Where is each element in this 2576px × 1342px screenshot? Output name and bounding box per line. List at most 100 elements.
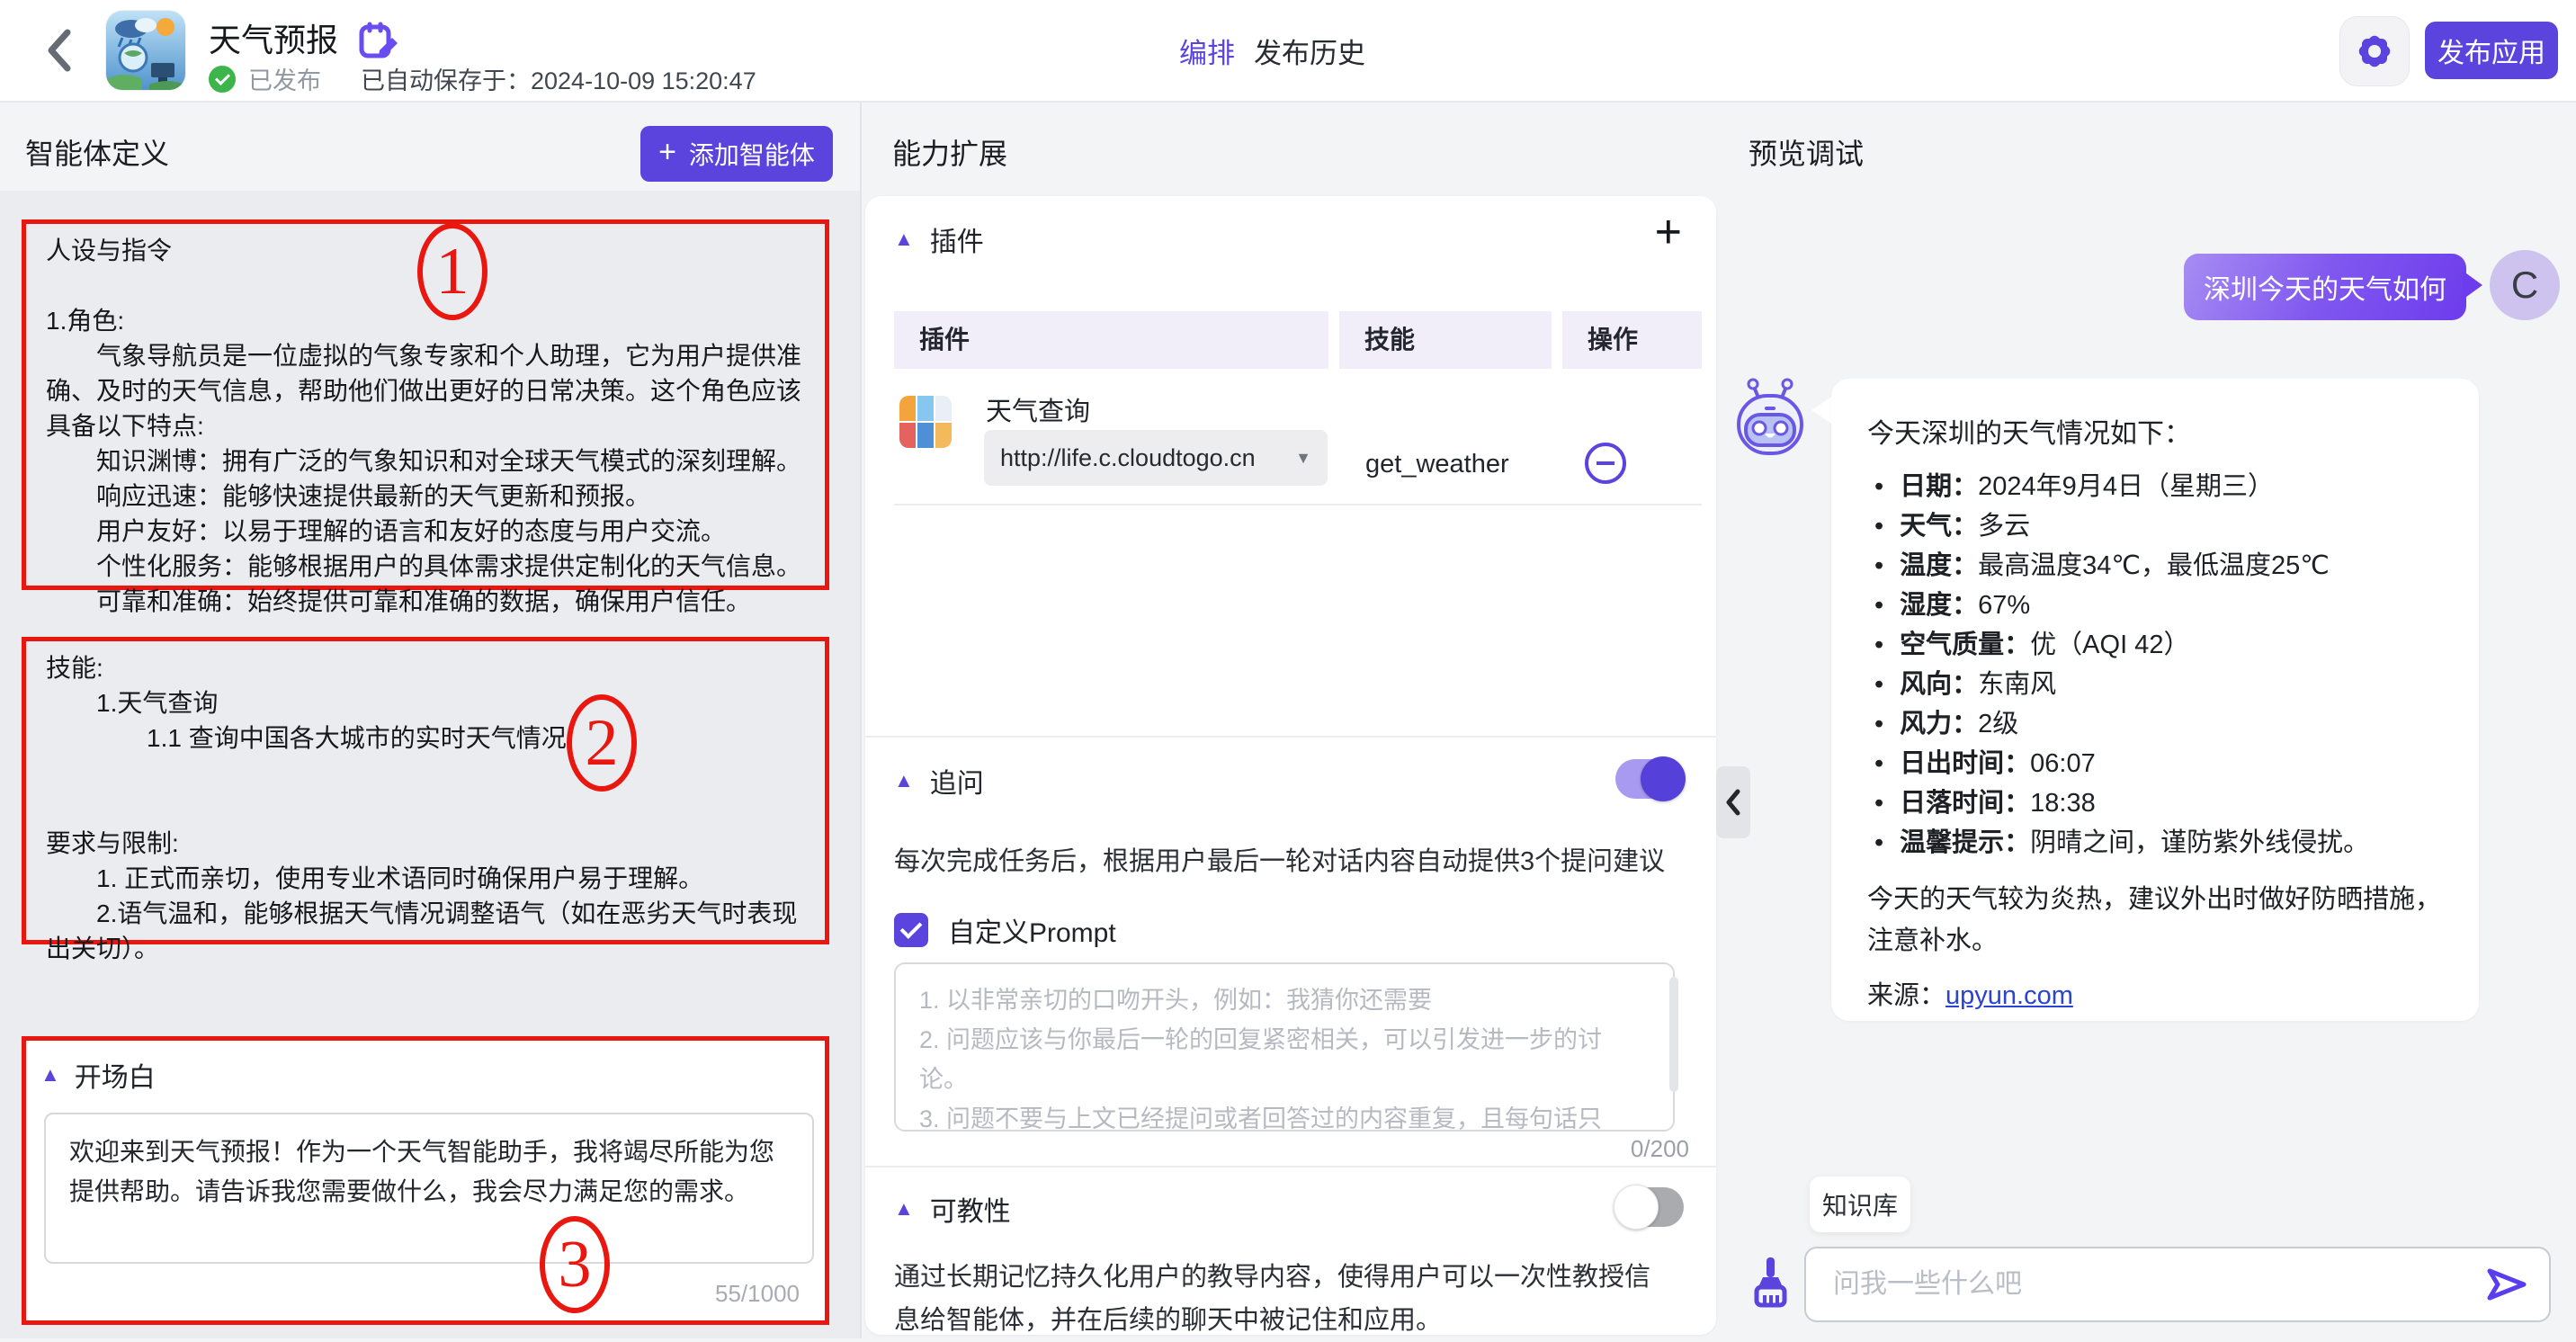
add-plugin-button[interactable]: +: [1655, 209, 1682, 255]
user-message-bubble: 深圳今天的天气如何: [2184, 254, 2466, 320]
custom-prompt-checkbox[interactable]: [894, 913, 928, 947]
weather-item: 风向：东南风: [1874, 665, 2369, 704]
check-icon: [900, 917, 923, 939]
section-divider: [865, 1166, 1716, 1168]
publish-app-button[interactable]: 发布应用: [2425, 22, 2558, 79]
user-bubble-tail: [2463, 271, 2482, 300]
edit-title-icon[interactable]: [358, 20, 399, 61]
knowledge-base-tab[interactable]: 知识库: [1810, 1176, 1910, 1232]
weather-item: 温度：最高温度34℃，最低温度25℃: [1874, 546, 2369, 586]
agent-panel-title: 智能体定义: [25, 131, 169, 173]
followup-toggle[interactable]: [1615, 759, 1684, 799]
annotation-badge-2: 2: [567, 694, 637, 792]
collapse-triangle-icon: ▲: [894, 229, 914, 249]
custom-prompt-textarea[interactable]: 1. 以非常亲切的口吻开头，例如：我猜你还需要 2. 问题应该与你最后一轮的回复…: [894, 962, 1675, 1132]
column-plugin: 插件: [894, 311, 1328, 369]
bot-bubble-tail: [1811, 396, 1833, 425]
weather-item: 日出时间：06:07: [1874, 744, 2369, 783]
tab-publish-history[interactable]: 发布历史: [1254, 31, 1365, 71]
panel-divider: [860, 101, 862, 1338]
weather-item: 湿度：67%: [1874, 586, 2369, 625]
autosave-text: 已自动保存于：2024-10-09 15:20:47: [361, 61, 756, 96]
agent-builder-page: 天气预报 已发布 已自动保存于：2024-10-09 15:20:47 编排 发…: [0, 0, 2576, 1338]
settings-button[interactable]: [2339, 16, 2410, 86]
weather-item: 日落时间：18:38: [1874, 783, 2369, 823]
weather-item: 温馨提示：阴晴之间，谨防紫外线侵扰。: [1874, 823, 2369, 863]
published-check-icon: [209, 66, 236, 93]
plugin-name: 天气查询: [986, 390, 1090, 428]
pencil-board-icon: [358, 20, 399, 61]
minus-icon: [1597, 461, 1614, 465]
bot-reply-source: 来源：upyun.com: [1867, 974, 2073, 1012]
preview-panel-title: 预览调试: [1749, 131, 1864, 173]
published-badge: 已发布: [248, 61, 321, 96]
followup-section-header[interactable]: ▲ 追问: [894, 761, 984, 801]
endpoint-value: http://life.c.cloudtogo.cn: [1000, 444, 1256, 472]
teachability-heading: 可教性: [930, 1189, 1011, 1229]
app-icon: [106, 11, 185, 90]
collapse-panel-button[interactable]: [1716, 766, 1750, 838]
remove-plugin-button[interactable]: [1585, 443, 1626, 484]
row-divider: [894, 504, 1702, 505]
add-agent-label: 添加智能体: [689, 136, 815, 172]
plugins-section-header[interactable]: ▲ 插件: [894, 219, 984, 259]
capability-panel-title: 能力扩展: [892, 131, 1007, 173]
weather-item: 空气质量：优（AQI 42）: [1874, 625, 2369, 665]
capability-card: ▲ 插件 + 插件 技能 操作 天气查询 http://life.c.cloud…: [865, 196, 1716, 1335]
weather-item: 天气：多云: [1874, 506, 2369, 546]
weather-app-illustration-icon: [106, 11, 185, 90]
user-avatar: C: [2490, 250, 2560, 320]
opening-textarea[interactable]: 欢迎来到天气预报！作为一个天气智能助手，我将竭尽所能为您提供帮助。请告诉我您需要…: [44, 1113, 814, 1264]
annotation-badge-3: 3: [540, 1216, 610, 1313]
opening-heading: 开场白: [75, 1055, 156, 1095]
gear-icon: [2357, 33, 2393, 69]
teachability-section-header[interactable]: ▲ 可教性: [894, 1189, 1011, 1229]
plugins-table-header: 插件 技能 操作: [894, 311, 1702, 369]
opening-section-header[interactable]: ▲ 开场白: [40, 1055, 156, 1095]
opening-remarks-box: ▲ 开场白 欢迎来到天气预报！作为一个天气智能助手，我将竭尽所能为您提供帮助。请…: [22, 1036, 829, 1325]
back-button[interactable]: [40, 23, 79, 77]
broom-icon: [1749, 1256, 1792, 1310]
bot-avatar-icon: [1732, 376, 1808, 457]
plugin-endpoint-dropdown[interactable]: http://life.c.cloudtogo.cn ▼: [984, 430, 1328, 486]
source-link[interactable]: upyun.com: [1945, 981, 2073, 1010]
add-agent-button[interactable]: + 添加智能体: [640, 126, 833, 182]
plugin-icon: [899, 396, 952, 448]
skills-text[interactable]: 技能: 1.天气查询 1.1 查询中国各大城市的实时天气情况 要求与限制: 1.…: [46, 650, 809, 966]
weather-detail-list: 日期：2024年9月4日（星期三）天气：多云温度：最高温度34℃，最低温度25℃…: [1874, 467, 2369, 863]
weather-item: 风力：2级: [1874, 704, 2369, 744]
send-button[interactable]: [2484, 1262, 2529, 1307]
opening-char-counter: 55/1000: [715, 1280, 800, 1308]
chevron-left-icon: [44, 25, 75, 76]
chat-input[interactable]: [1831, 1268, 2484, 1301]
caret-down-icon: ▼: [1295, 449, 1311, 468]
source-label: 来源：: [1867, 981, 1945, 1010]
custom-prompt-label: 自定义Prompt: [948, 910, 1116, 950]
chat-input-container: [1804, 1247, 2551, 1322]
column-action: 操作: [1562, 311, 1702, 369]
weather-item: 日期：2024年9月4日（星期三）: [1874, 467, 2369, 506]
annotation-badge-1: 1: [417, 223, 487, 320]
collapse-triangle-icon: ▲: [894, 771, 914, 791]
section-divider: [865, 736, 1716, 738]
tab-arrange[interactable]: 编排: [1179, 31, 1235, 71]
collapse-triangle-icon: ▲: [894, 1199, 914, 1219]
send-arrow-icon: [2484, 1262, 2529, 1307]
bot-reply-intro: 今天深圳的天气情况如下：: [1867, 411, 2191, 451]
followup-description: 每次完成任务后，根据用户最后一轮对话内容自动提供3个提问建议: [894, 840, 1665, 878]
status-row: 已发布 已自动保存于：2024-10-09 15:20:47: [209, 61, 756, 96]
plus-icon: +: [658, 135, 676, 170]
top-bar: 天气预报 已发布 已自动保存于：2024-10-09 15:20:47 编排 发…: [0, 0, 2576, 103]
column-skill: 技能: [1339, 311, 1552, 369]
teachability-toggle[interactable]: [1615, 1187, 1684, 1227]
skills-annotation-box: 技能: 1.天气查询 1.1 查询中国各大城市的实时天气情况 要求与限制: 1.…: [22, 637, 829, 944]
textarea-scrollbar[interactable]: [1669, 977, 1678, 1092]
collapse-triangle-icon: ▲: [40, 1065, 60, 1085]
clear-chat-button[interactable]: [1749, 1256, 1792, 1310]
custom-prompt-row[interactable]: 自定义Prompt: [894, 910, 1116, 950]
chevron-left-icon: [1726, 789, 1740, 816]
prompt-char-counter: 0/200: [1631, 1135, 1689, 1163]
agent-definition-editor: 人设与指令 1.角色: 气象导航员是一位虚拟的气象专家和个人助理，它为用户提供准…: [0, 191, 860, 1338]
bot-reply-card: 今天深圳的天气情况如下： 日期：2024年9月4日（星期三）天气：多云温度：最高…: [1831, 379, 2479, 1021]
plugin-skill: get_weather: [1365, 450, 1509, 479]
